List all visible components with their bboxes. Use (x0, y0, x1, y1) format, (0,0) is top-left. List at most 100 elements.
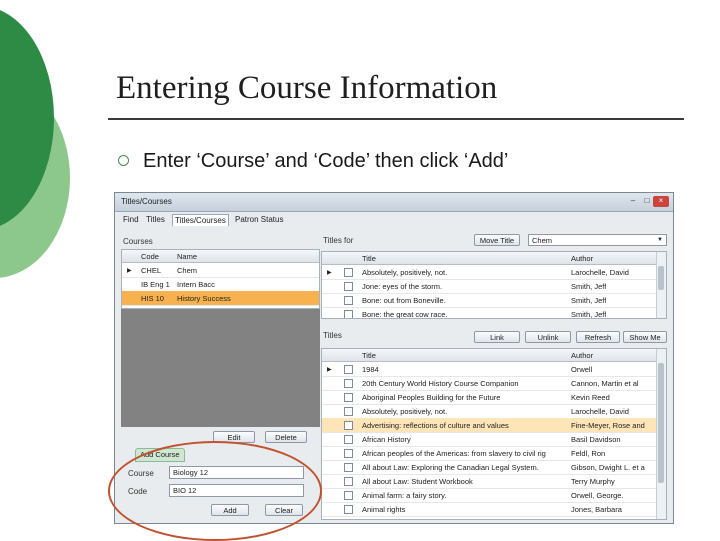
courses-grid: Code Name ▶ CHEL Chem IB Eng 1 Intern Ba… (121, 249, 320, 309)
title-cell: All about Law: Student Workbook (362, 477, 473, 486)
courses-label: Courses (123, 237, 153, 246)
row-checkbox[interactable] (344, 477, 353, 486)
row-pointer-icon: ▶ (127, 268, 132, 274)
scrollbar-thumb[interactable] (658, 363, 664, 483)
course-row[interactable]: ▶ CHEL Chem (122, 263, 319, 278)
menu-find[interactable]: Find (121, 214, 141, 225)
row-checkbox[interactable] (344, 421, 353, 430)
titles-grid-header: Title Author (322, 349, 666, 362)
title-cell: Absolutely, positively, not. (362, 407, 448, 416)
titles-grid: Title Author ▶ 1984 Orwell 20th Century … (321, 348, 667, 520)
delete-button[interactable]: Delete (265, 431, 307, 443)
title-row[interactable]: Animal rights Jones, Barbara (322, 502, 666, 517)
courses-empty-area (121, 309, 320, 427)
row-checkbox[interactable] (344, 296, 353, 305)
window-titlebar[interactable]: Titles/Courses – □ × (115, 193, 673, 212)
column-header-author[interactable]: Author (571, 351, 593, 360)
course-name: Chem (177, 266, 198, 275)
course-select-value: Chem (532, 236, 553, 245)
unlink-button[interactable]: Unlink (525, 331, 571, 343)
course-titles-header: Title Author (322, 252, 666, 265)
maximize-icon[interactable]: □ (641, 196, 653, 207)
title-row-highlighted[interactable]: Advertising: reflections of culture and … (322, 418, 666, 433)
title-cell: 20th Century World History Course Compan… (362, 379, 519, 388)
row-checkbox[interactable] (344, 365, 353, 374)
column-header-title[interactable]: Title (362, 351, 376, 360)
title-cell: Animal rights (362, 505, 406, 514)
scrollbar-thumb[interactable] (658, 266, 664, 290)
course-titles-scrollbar[interactable] (656, 252, 666, 318)
title-row[interactable]: Animal farm: a fairy story. Orwell, Geor… (322, 488, 666, 503)
column-header-code[interactable]: Code (141, 252, 159, 261)
author-cell: Basil Davidson (571, 435, 621, 444)
author-cell: Kevin Reed (571, 393, 610, 402)
course-name: History Success (177, 294, 231, 303)
title-cell: Advertising: reflections of culture and … (362, 421, 509, 430)
menu-patron-status[interactable]: Patron Status (233, 214, 285, 225)
author-cell: Orwell, George. (571, 491, 624, 500)
row-checkbox[interactable] (344, 435, 353, 444)
course-code: CHEL (141, 266, 162, 275)
title-row[interactable]: Aboriginal Peoples Building for the Futu… (322, 390, 666, 405)
author-cell: Smith, Jeff (571, 296, 607, 305)
annotation-oval (108, 441, 322, 541)
title-divider (108, 118, 684, 120)
refresh-button[interactable]: Refresh (576, 331, 620, 343)
title-cell: Absolutely, positively, not. (362, 268, 448, 277)
title-row[interactable]: Absolutely, positively, not. Larochelle,… (322, 404, 666, 419)
title-row[interactable]: African peoples of the Americas: from sl… (322, 446, 666, 461)
menu-bar: Find Titles Titles/Courses Patron Status (115, 212, 673, 226)
row-checkbox[interactable] (344, 379, 353, 388)
author-cell: Terry Murphy (571, 477, 615, 486)
row-checkbox[interactable] (344, 463, 353, 472)
course-title-row[interactable]: ▶ Absolutely, positively, not. Larochell… (322, 265, 666, 280)
row-checkbox[interactable] (344, 282, 353, 291)
link-button[interactable]: Link (474, 331, 520, 343)
course-row[interactable]: IB Eng 1 Intern Bacc (122, 277, 319, 292)
title-row[interactable]: All about Law: Exploring the Canadian Le… (322, 460, 666, 475)
row-checkbox[interactable] (344, 491, 353, 500)
title-row[interactable]: African History Basil Davidson (322, 432, 666, 447)
title-cell: 1984 (362, 365, 379, 374)
course-title-row[interactable]: Jone: eyes of the storm. Smith, Jeff (322, 279, 666, 294)
row-checkbox[interactable] (344, 449, 353, 458)
row-checkbox[interactable] (344, 505, 353, 514)
title-row[interactable]: ▶ 1984 Orwell (322, 362, 666, 377)
course-title-row[interactable]: Bone: out from Boneville. Smith, Jeff (322, 293, 666, 308)
close-icon[interactable]: × (653, 196, 669, 207)
title-row[interactable]: All about Law: Student Workbook Terry Mu… (322, 474, 666, 489)
chevron-down-icon: ▼ (657, 237, 663, 243)
bullet-text: Enter ‘Course’ and ‘Code’ then click ‘Ad… (143, 150, 509, 172)
row-checkbox[interactable] (344, 393, 353, 402)
column-header-name[interactable]: Name (177, 252, 197, 261)
window-title: Titles/Courses (121, 197, 172, 206)
titles-scrollbar[interactable] (656, 349, 666, 519)
slide-title: Entering Course Information (116, 70, 498, 106)
author-cell: Jones, Barbara (571, 505, 622, 514)
menu-titles[interactable]: Titles (144, 214, 167, 225)
column-header-author[interactable]: Author (571, 254, 593, 263)
row-checkbox[interactable] (344, 310, 353, 318)
title-cell: Bone: the great cow race. (362, 310, 448, 319)
title-row[interactable]: 20th Century World History Course Compan… (322, 376, 666, 391)
author-cell: Smith, Jeff (571, 310, 607, 319)
course-select[interactable]: Chem ▼ (528, 234, 667, 246)
move-title-button[interactable]: Move Title (474, 234, 520, 246)
title-cell: Jone: eyes of the storm. (362, 282, 443, 291)
title-cell: Animal farm: a fairy story. (362, 491, 447, 500)
show-me-button[interactable]: Show Me (623, 331, 667, 343)
title-cell: African peoples of the Americas: from sl… (362, 449, 546, 458)
course-row-selected[interactable]: HIS 10 History Success (122, 291, 319, 306)
decorative-green-shapes (0, 10, 70, 278)
row-checkbox[interactable] (344, 407, 353, 416)
minimize-icon[interactable]: – (627, 196, 639, 207)
author-cell: Larochelle, David (571, 407, 629, 416)
row-checkbox[interactable] (344, 268, 353, 277)
course-title-row[interactable]: Bone: the great cow race. Smith, Jeff (322, 307, 666, 319)
menu-titles-courses[interactable]: Titles/Courses (172, 214, 229, 226)
title-cell: Bone: out from Boneville. (362, 296, 446, 305)
course-code: HIS 10 (141, 294, 164, 303)
column-header-title[interactable]: Title (362, 254, 376, 263)
course-titles-grid: Title Author ▶ Absolutely, positively, n… (321, 251, 667, 319)
row-pointer-icon: ▶ (327, 270, 332, 276)
